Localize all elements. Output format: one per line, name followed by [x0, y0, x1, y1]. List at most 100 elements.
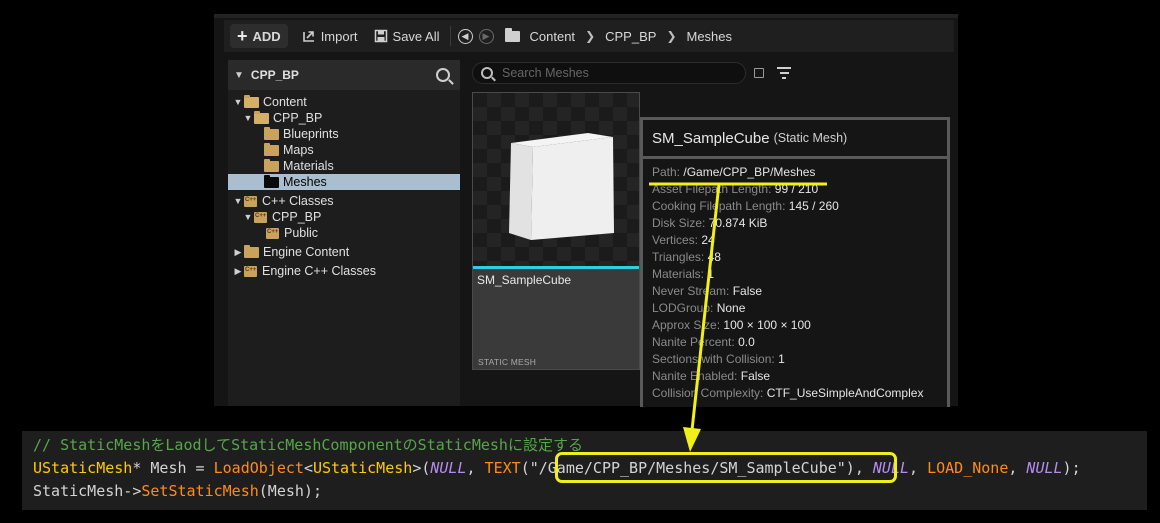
save-all-label: Save All	[392, 28, 440, 44]
search-icon[interactable]	[436, 68, 450, 82]
tree-item-label: Engine C++ Classes	[262, 264, 376, 278]
filter-icon[interactable]	[777, 67, 791, 82]
tree-item-blueprints[interactable]: Blueprints	[228, 126, 460, 142]
code-token: ,	[909, 459, 928, 477]
breadcrumb-content[interactable]: Content	[526, 29, 580, 44]
code-comment: // StaticMeshをLaodしてStaticMeshComponentの…	[33, 436, 583, 454]
chevron-right-icon: ❯	[585, 29, 596, 43]
property-value: 100 × 100 × 100	[723, 318, 811, 332]
save-icon	[374, 29, 387, 43]
tree-item-label: C++ Classes	[262, 194, 334, 208]
tree-item-public[interactable]: Public	[228, 225, 460, 241]
code-token: UStaticMesh	[312, 459, 413, 477]
breadcrumb-cpp-bp[interactable]: CPP_BP	[601, 29, 660, 44]
search-icon	[481, 67, 493, 79]
plus-icon: +	[237, 26, 248, 46]
tree-item-label: Content	[263, 95, 307, 109]
tree-item-cpp-bp-module[interactable]: ▼ CPP_BP	[228, 209, 460, 225]
property-row: Approx Size: 100 × 100 × 100	[652, 318, 947, 335]
code-token: ,	[466, 459, 485, 477]
property-row: Materials: 1	[652, 267, 947, 284]
property-value: 48	[707, 250, 721, 264]
property-value: 99 / 210	[774, 182, 819, 196]
code-token: Mesh =	[141, 459, 214, 477]
add-label: ADD	[252, 28, 281, 44]
property-value: 145 / 260	[788, 199, 839, 213]
code-token: (	[520, 459, 530, 477]
tooltip-subtitle: (Static Mesh)	[773, 131, 848, 145]
asset-name: SM_SampleCube	[477, 273, 572, 287]
tree-item-label: CPP_BP	[273, 111, 323, 125]
sources-panel: ▼ CPP_BP ▼ Content ▼ CPP_BP Blueprints M…	[228, 60, 460, 406]
property-row: LODGroup: None	[652, 301, 947, 318]
asset-thumbnail	[473, 93, 639, 266]
tree-item-materials[interactable]: Materials	[228, 158, 460, 174]
code-line-set: StaticMesh->SetStaticMesh(Mesh);	[33, 480, 1147, 503]
chevron-down-icon: ▼	[233, 97, 243, 107]
tooltip-header: SM_SampleCube (Static Mesh)	[643, 120, 947, 156]
property-value: /Game/CPP_BP/Meshes	[683, 165, 816, 179]
import-icon	[302, 31, 314, 42]
property-row: Sections with Collision: 1	[652, 352, 947, 369]
code-token: LOAD_None	[927, 459, 1009, 477]
property-row: Never Stream: False	[652, 284, 947, 301]
toolbar: + ADD Import Save All ◀ ▶ Content ❯ CPP_…	[224, 20, 954, 52]
folder-open-icon	[254, 110, 269, 124]
folder-icon	[264, 158, 279, 172]
property-key: Disk Size:	[652, 216, 706, 230]
tree-item-meshes[interactable]: Meshes	[228, 174, 460, 190]
property-row: Cooking Filepath Length: 145 / 260	[652, 199, 947, 216]
tree-item-label: Maps	[283, 143, 314, 157]
folder-icon	[264, 174, 279, 188]
tree-item-content[interactable]: ▼ Content	[228, 94, 460, 110]
asset-tile[interactable]: SM_SampleCube STATIC MESH	[472, 92, 640, 370]
tree-item-maps[interactable]: Maps	[228, 142, 460, 158]
back-button[interactable]: ◀	[457, 28, 473, 44]
code-token: ,	[1008, 459, 1027, 477]
property-value: 24	[701, 233, 715, 247]
property-value: None	[716, 301, 746, 315]
property-key: LODGroup:	[652, 301, 714, 315]
property-key: Materials:	[652, 267, 705, 281]
code-token: );	[1062, 459, 1081, 477]
add-button[interactable]: + ADD	[230, 24, 288, 48]
chevron-right-icon: ❯	[666, 29, 677, 43]
tree-item-label: Blueprints	[283, 127, 339, 141]
asset-search-input[interactable]	[502, 66, 722, 80]
property-key: Nanite Percent:	[652, 335, 735, 349]
sources-header[interactable]: ▼ CPP_BP	[228, 60, 460, 90]
property-key: Path:	[652, 165, 681, 179]
code-token: TEXT	[484, 459, 521, 477]
breadcrumb-meshes[interactable]: Meshes	[683, 29, 737, 44]
folder-icon	[504, 27, 520, 42]
import-button[interactable]: Import	[296, 24, 364, 48]
property-key: Nanite Enabled:	[652, 369, 738, 383]
tree-item-label: Engine Content	[263, 245, 350, 259]
cpp-folder-icon	[266, 227, 279, 239]
property-row: Disk Size: 70.874 KiB	[652, 216, 947, 233]
save-all-button[interactable]: Save All	[368, 24, 446, 48]
tooltip-title: SM_SampleCube	[652, 129, 770, 147]
code-token: UStaticMesh	[33, 459, 133, 477]
folder-icon	[244, 244, 259, 258]
tree-item-engine-content[interactable]: ▶ Engine Content	[228, 244, 460, 260]
chevron-down-icon: ▼	[243, 212, 253, 222]
tree-item-label: Materials	[283, 159, 334, 173]
cube-thumbnail-icon	[509, 133, 614, 240]
tree-item-cpp-bp[interactable]: ▼ CPP_BP	[228, 110, 460, 126]
tree-item-cpp-classes[interactable]: ▼ C++ Classes	[228, 193, 460, 209]
property-key: Sections with Collision:	[652, 352, 775, 366]
tree-item-engine-cpp-classes[interactable]: ▶ Engine C++ Classes	[228, 263, 460, 279]
chevron-right-icon: ▶	[234, 246, 242, 257]
arrow-left-icon: ◀	[461, 30, 469, 41]
asset-type: STATIC MESH	[478, 357, 537, 367]
chevron-down-icon: ▼	[233, 196, 243, 206]
save-search-icon[interactable]	[754, 68, 764, 78]
sources-header-label: CPP_BP	[250, 68, 299, 82]
property-row: Collision Complexity: CTF_UseSimpleAndCo…	[652, 386, 947, 403]
property-key: Cooking Filepath Length:	[652, 199, 786, 213]
chevron-down-icon: ▼	[234, 69, 244, 81]
forward-button[interactable]: ▶	[478, 28, 494, 44]
property-value: False	[740, 369, 771, 383]
asset-search[interactable]	[472, 62, 746, 84]
